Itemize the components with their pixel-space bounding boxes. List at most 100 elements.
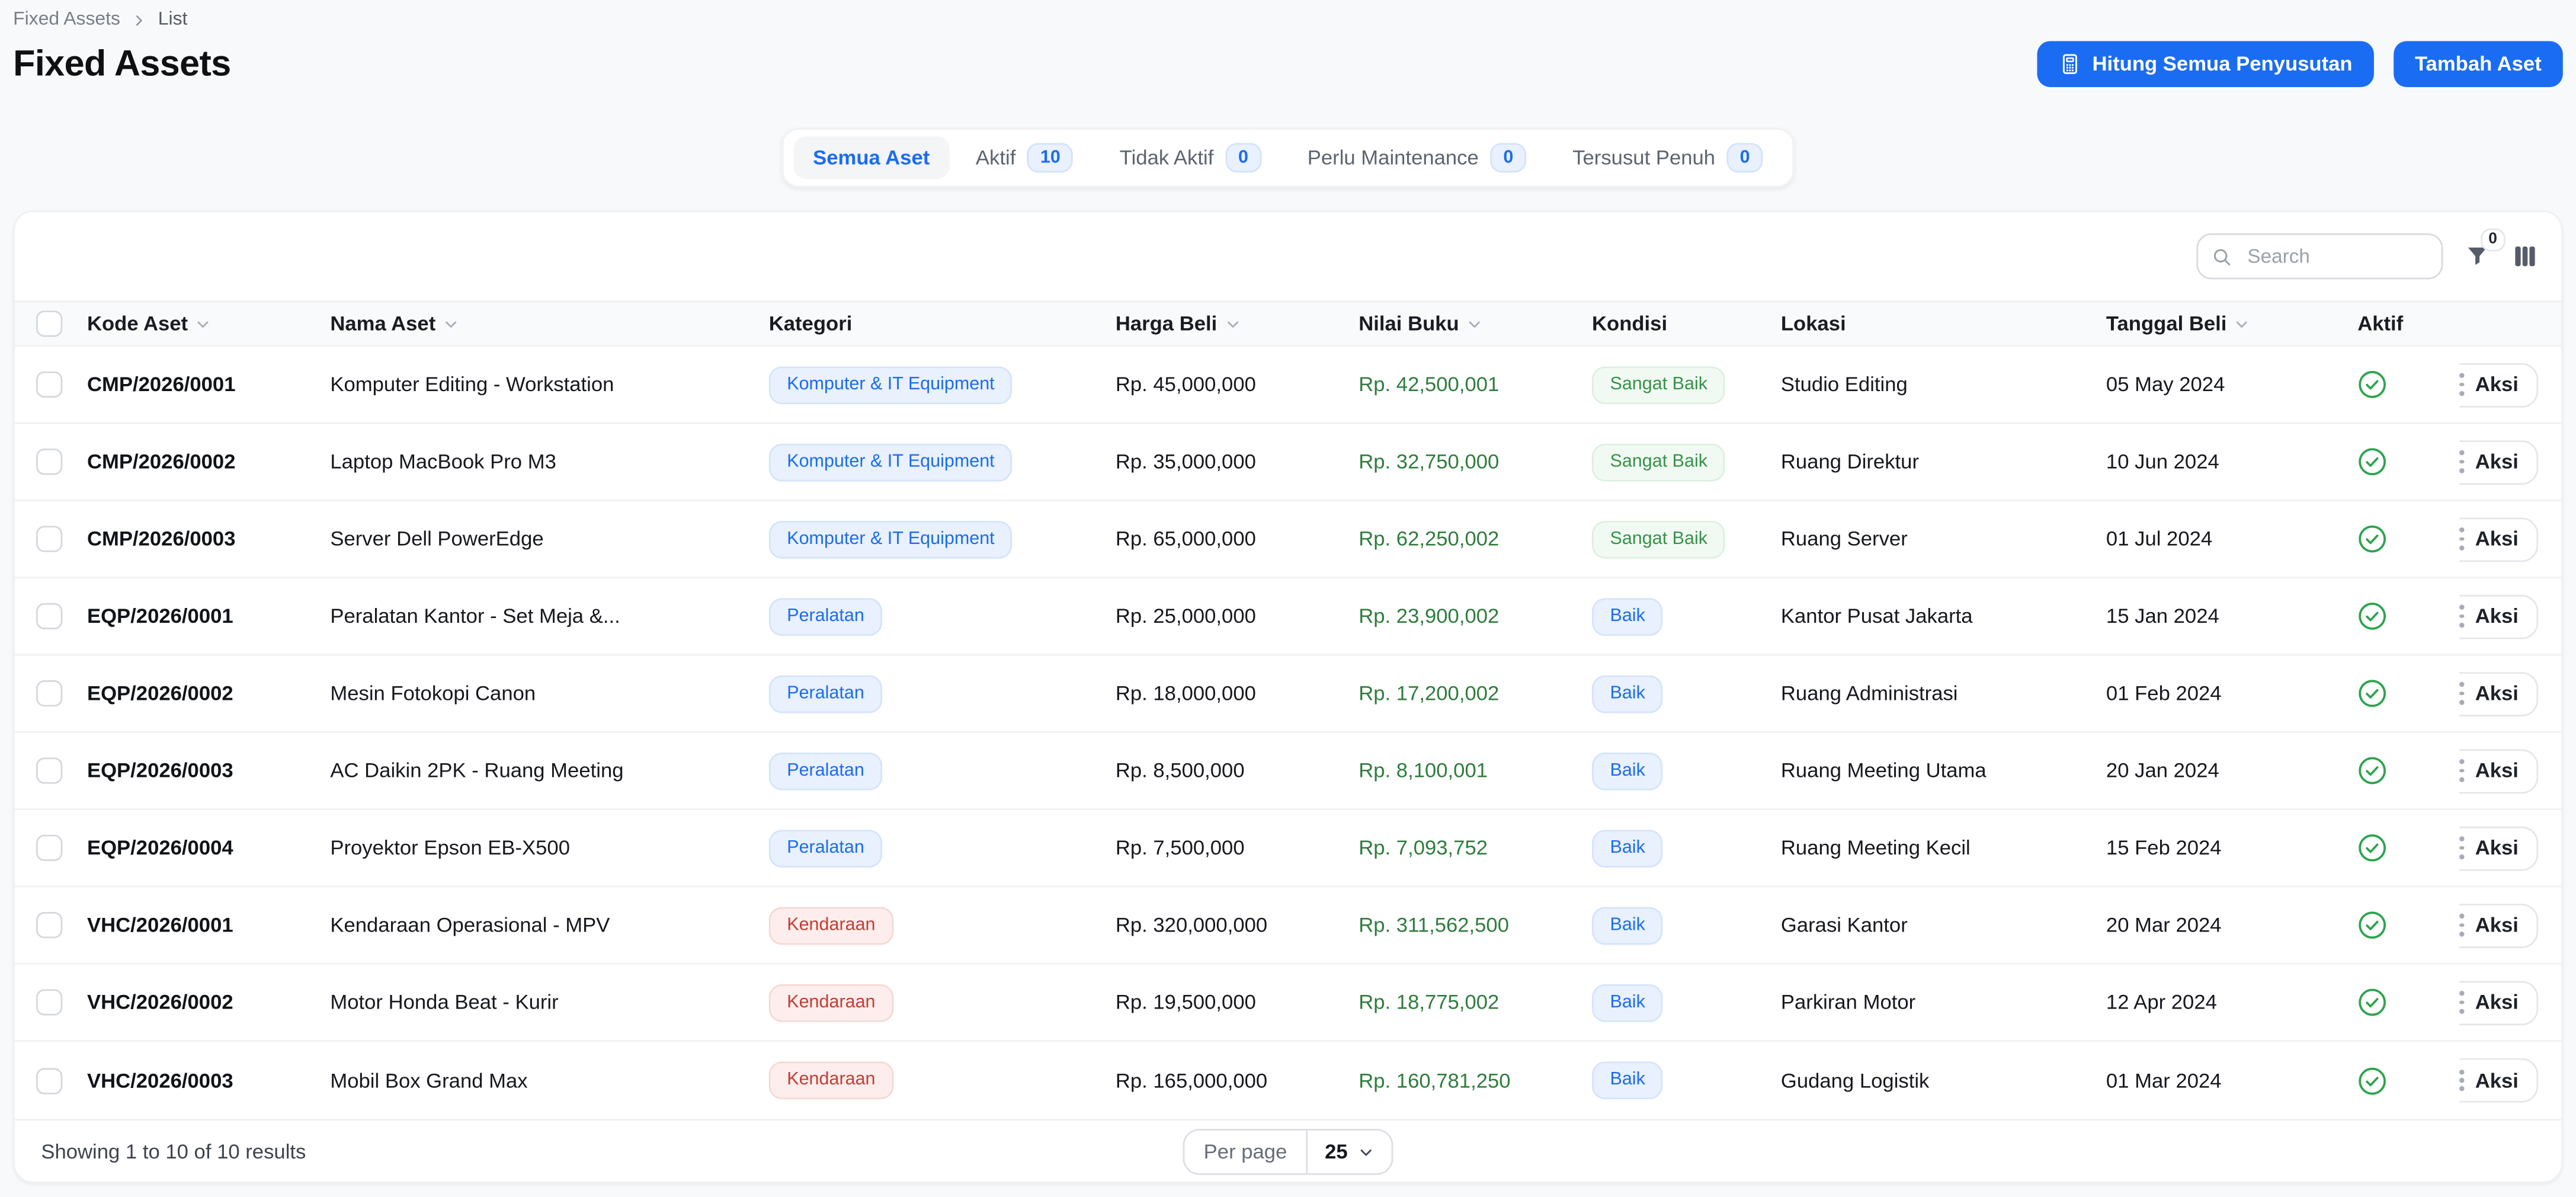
actions-button-label: Aksi [2475,373,2519,396]
breadcrumb-fixed-assets[interactable]: Fixed Assets [13,10,120,30]
row-checkbox[interactable] [36,757,62,783]
row-actions-button[interactable]: Aksi [2459,517,2538,561]
columns-icon [2512,243,2538,269]
asset-name: Laptop MacBook Pro M3 [330,450,768,473]
column-header-aktif: Aktif [2357,312,2459,335]
condition-badge: Baik [1592,906,1663,944]
row-checkbox[interactable] [36,526,62,552]
category-badge: Peralatan [769,829,883,867]
toggle-columns-button[interactable] [2512,243,2538,269]
column-label: Nilai Buku [1359,312,1459,335]
row-checkbox[interactable] [36,680,62,706]
asset-location: Gudang Logistik [1781,1069,2106,1092]
row-actions-button[interactable]: Aksi [2459,594,2538,638]
per-page-label: Per page [1184,1131,1308,1173]
column-header-kode-aset[interactable]: Kode Aset [87,312,330,335]
header-actions: Hitung Semua Penyusutan Tambah Aset [2036,41,2563,87]
book-value: Rp. 160,781,250 [1359,1069,1592,1092]
book-value: Rp. 18,775,002 [1359,991,1592,1014]
column-header-tanggal-beli[interactable]: Tanggal Beli [2106,312,2357,335]
column-header-nama-aset[interactable]: Nama Aset [330,312,768,335]
tab-semua-aset[interactable]: Semua Aset [793,136,950,179]
book-value: Rp. 23,900,002 [1359,604,1592,628]
row-checkbox[interactable] [36,912,62,938]
active-check-icon [2357,910,2387,940]
row-actions-button[interactable]: Aksi [2459,825,2538,870]
asset-code: VHC/2026/0003 [87,1069,330,1092]
purchase-price: Rp. 18,000,000 [1116,682,1359,705]
row-checkbox[interactable] [36,989,62,1015]
column-header-lokasi: Lokasi [1781,312,2106,335]
row-checkbox[interactable] [36,1067,62,1093]
table-row: VHC/2026/0002 Motor Honda Beat - Kurir K… [15,965,2561,1042]
asset-name: Server Dell PowerEdge [330,527,768,551]
filter-button[interactable]: 0 [2464,243,2490,269]
asset-name: Mesin Fotokopi Canon [330,682,768,705]
select-all-checkbox[interactable] [36,311,62,337]
row-actions-button[interactable]: Aksi [2459,1058,2538,1103]
column-header-kategori: Kategori [769,312,1116,335]
purchase-price: Rp. 65,000,000 [1116,527,1359,551]
asset-code: CMP/2026/0001 [87,373,330,396]
tab-count-badge: 0 [1726,143,1763,172]
kebab-menu-icon [2459,528,2463,550]
results-summary: Showing 1 to 10 of 10 results [41,1141,1182,1164]
asset-location: Ruang Meeting Kecil [1781,836,2106,859]
tab-tersusut-penuh[interactable]: Tersusut Penuh0 [1553,133,1783,183]
tab-tidak-aktif[interactable]: Tidak Aktif0 [1100,133,1281,183]
asset-code: CMP/2026/0003 [87,527,330,551]
assets-table-card: 0 Kode AsetNama AsetKategori Harga BeliNi… [13,210,2563,1182]
column-label: Kondisi [1592,312,1667,335]
condition-badge: Baik [1592,674,1663,712]
row-actions-button[interactable]: Aksi [2459,362,2538,407]
table-row: CMP/2026/0002 Laptop MacBook Pro M3 Komp… [15,424,2561,501]
purchase-date: 01 Mar 2024 [2106,1069,2357,1092]
tab-count-badge: 10 [1027,143,1074,172]
asset-name: Komputer Editing - Workstation [330,373,768,396]
column-header-kondisi: Kondisi [1592,312,1781,335]
breadcrumb-list[interactable]: List [158,10,188,30]
search-input[interactable] [2196,233,2443,280]
book-value: Rp. 17,200,002 [1359,682,1592,705]
book-value: Rp. 42,500,001 [1359,373,1592,396]
chevron-down-icon [1357,1143,1376,1161]
actions-button-label: Aksi [2475,836,2519,859]
row-actions-button[interactable]: Aksi [2459,748,2538,793]
book-value: Rp. 8,100,001 [1359,759,1592,782]
actions-button-label: Aksi [2475,759,2519,782]
row-checkbox[interactable] [36,603,62,629]
active-check-icon [2357,1065,2387,1095]
column-header-nilai-buku[interactable]: Nilai Buku [1359,312,1592,335]
kebab-menu-icon [2459,373,2463,395]
hitung-semua-penyusutan-button[interactable]: Hitung Semua Penyusutan [2036,41,2373,87]
asset-name: Proyektor Epson EB-X500 [330,836,768,859]
book-value: Rp. 311,562,500 [1359,914,1592,937]
asset-location: Ruang Meeting Utama [1781,759,2106,782]
purchase-date: 20 Jan 2024 [2106,759,2357,782]
row-actions-button[interactable]: Aksi [2459,980,2538,1025]
row-actions-button[interactable]: Aksi [2459,671,2538,716]
purchase-date: 15 Jan 2024 [2106,604,2357,628]
column-header-harga-beli[interactable]: Harga Beli [1116,312,1359,335]
sort-chevron-icon [1466,315,1484,333]
active-check-icon [2357,447,2387,476]
row-checkbox[interactable] [36,835,62,861]
actions-button-label: Aksi [2475,604,2519,628]
tab-aktif[interactable]: Aktif10 [956,133,1094,183]
sort-chevron-icon [1223,315,1242,333]
page-title: Fixed Assets [13,43,230,85]
purchase-price: Rp. 25,000,000 [1116,604,1359,628]
tambah-aset-button[interactable]: Tambah Aset [2394,41,2563,87]
category-badge: Peralatan [769,752,883,790]
table-row: VHC/2026/0003 Mobil Box Grand Max Kendar… [15,1042,2561,1119]
row-actions-button[interactable]: Aksi [2459,440,2538,484]
row-actions-button[interactable]: Aksi [2459,903,2538,948]
column-label: Kategori [769,312,853,335]
kebab-menu-icon [2459,914,2463,936]
row-checkbox[interactable] [36,449,62,475]
row-checkbox[interactable] [36,372,62,398]
kebab-menu-icon [2459,451,2463,473]
per-page-select[interactable]: 25 [1308,1131,1392,1173]
asset-code: EQP/2026/0002 [87,682,330,705]
tab-perlu-maintenance[interactable]: Perlu Maintenance0 [1287,133,1546,183]
